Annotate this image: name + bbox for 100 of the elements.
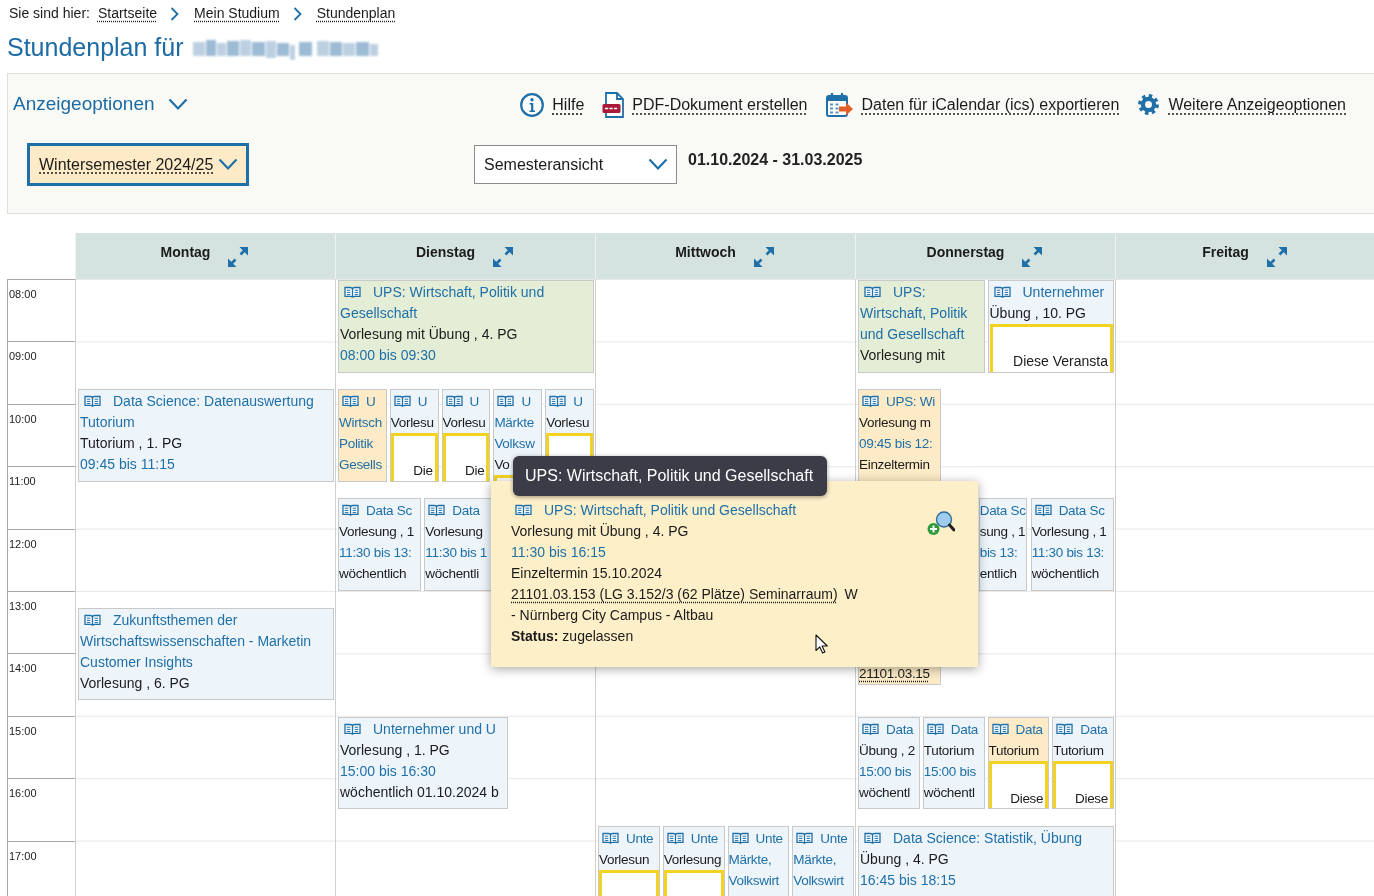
event-title: Data Sc (979, 503, 1026, 519)
event-card[interactable]: Unte Vorlesung (662, 826, 725, 896)
event-title: U (366, 393, 376, 412)
expand-icon[interactable] (491, 245, 516, 269)
breadcrumb-link[interactable]: Stundenplan (316, 3, 396, 24)
event-detail: Vorlesu (390, 415, 434, 431)
event-title: Volksw (494, 436, 535, 452)
event-title: Unternehmer und U (373, 719, 496, 739)
time-label: 09:00 (7, 341, 75, 404)
event-detail: Vorlesung m (859, 415, 931, 431)
event-title: und Gesellschaft (860, 326, 965, 342)
calendar-export-icon (825, 91, 854, 118)
notice-banner: Diese (1053, 760, 1113, 809)
book-icon (445, 395, 463, 409)
event-detail: Übung , 10. PG (989, 305, 1086, 321)
day-name: Montag (160, 243, 211, 262)
book-icon (84, 613, 101, 627)
view-select[interactable]: Semesteransicht (474, 145, 677, 184)
event-title: Data (886, 720, 914, 739)
event-detail: wöchentlich (339, 566, 407, 582)
event-card[interactable]: U Wirtsch Politik Gesells (338, 389, 387, 482)
event-card[interactable]: Data Science: Datenauswertung Tutorium Tutorium , 1. PG 09:45 bis 11:15 (78, 389, 334, 482)
chevron-down-icon (648, 158, 668, 171)
event-card[interactable]: Unte Märkte, Volkswirt (792, 826, 854, 896)
event-card[interactable]: Data Tutorium 15:00 bis wöchentl (922, 716, 985, 810)
event-card[interactable]: U Vorlesu Die (389, 389, 439, 482)
book-icon (862, 722, 879, 736)
notice-banner: Diese (988, 760, 1049, 809)
event-card[interactable]: UPS: Wirtschaft, Politik und Gesellschaft Vorlesung mit Übung , 4. PG 08:00 bis 09:30 (338, 280, 594, 373)
cursor-icon (815, 634, 828, 654)
event-detail: Einzeltermin (859, 457, 930, 473)
event-card[interactable]: Data Tutorium Diese (1052, 716, 1114, 810)
event-title: Data (1080, 720, 1108, 739)
action-link[interactable]: PDF-Dokument erstellen (602, 91, 808, 118)
event-detail: Status: zugelassen (511, 628, 634, 644)
room-link[interactable]: 21101.03.15 (859, 665, 930, 681)
time-label: 16:00 (7, 778, 75, 841)
event-detail: Vorlesung mit (860, 347, 945, 363)
options-toggle[interactable]: Anzeigeoptionen (13, 90, 188, 119)
action-link[interactable]: Daten für iCalendar (ics) exportieren (825, 91, 1120, 118)
book-icon (602, 832, 619, 845)
action-link[interactable]: Weitere Anzeigeoptionen (1137, 92, 1346, 117)
event-detail: Vorlesung , 1 (1031, 524, 1107, 540)
notice-banner (663, 870, 724, 896)
notice-banner: Die (390, 433, 438, 481)
expand-icon[interactable] (751, 245, 776, 269)
event-detail: Tutorium , 1. PG (80, 435, 183, 452)
semester-select[interactable]: Wintersemester 2024/25 (27, 143, 249, 186)
event-time: 15:00 bis 16:30 (340, 762, 436, 779)
room-link[interactable]: 21101.03.153 (LG 3.152/3 (62 Plätze) Seminarraum) (511, 586, 838, 602)
event-title: Unte (820, 830, 848, 848)
event-card[interactable]: Data Übung , 2 15:00 bis wöchentl (858, 716, 920, 810)
event-card[interactable]: Unternehmer Übung , 10. PG Diese Veransta (987, 280, 1114, 373)
event-card[interactable]: Data Sc Vorlesung , 1 11:30 bis 13: wöchentlich (1030, 498, 1114, 591)
zoom-in-icon[interactable] (927, 510, 955, 536)
event-detail: entlich (979, 566, 1017, 582)
event-card[interactable]: Data Sc Vorlesung , 1 11:30 bis 13: wöchentlich (338, 498, 422, 591)
chevron-down-icon (218, 158, 238, 171)
event-title: Customer Insights (80, 653, 193, 670)
day-name: Donnerstag (926, 243, 1005, 262)
breadcrumb-link[interactable]: Mein Studium (194, 3, 280, 24)
event-card[interactable]: Zukunftsthemen der Wirtschaftswissenschaften - Marketin Customer Insights Vorlesung , 6. PG (78, 607, 334, 701)
event-card[interactable]: Unternehmer und U Vorlesung , 1. PG 15:00 bis 16:30 wöchentlich 01.10.2024 b (338, 716, 508, 810)
info-icon (520, 92, 545, 117)
event-detail: Übung , 4. PG (860, 851, 949, 867)
event-title: Märkte (494, 415, 534, 431)
event-card[interactable]: U Vorlesu Die (441, 389, 491, 482)
book-icon (731, 832, 749, 845)
expand-icon[interactable] (1020, 245, 1045, 269)
book-icon (344, 722, 361, 736)
event-card[interactable]: Data Science: Statistik, Übung Übung , 4. PG 16:45 bis 18:15 (858, 826, 1114, 896)
event-time: 15:00 bis (923, 763, 976, 779)
expand-icon[interactable] (1264, 245, 1289, 269)
event-title: Wirtschaftswissenschaften - Marketin (80, 632, 312, 649)
event-card[interactable]: Unte Märkte, Volkswirt (727, 826, 790, 896)
event-detail: Vorlesung , 6. PG (80, 674, 190, 691)
event-title: Tutorium (80, 414, 135, 431)
expand-icon[interactable] (226, 245, 251, 269)
event-title: Data (1015, 720, 1043, 739)
event-time: 09:45 bis 12: (859, 436, 933, 452)
event-title: Wirtschaft, Politik (860, 305, 968, 321)
book-icon (1056, 722, 1074, 736)
breadcrumb-link[interactable]: Startseite (97, 3, 158, 24)
event-title: U (573, 393, 583, 412)
event-time: 11:30 bis 13: (1031, 545, 1105, 561)
event-card[interactable]: Data Sc sung , 1 bis 13: entlich (978, 498, 1028, 591)
event-detail: wöchentl (859, 784, 910, 800)
time-label: 15:00 (7, 715, 75, 779)
action-link[interactable]: Hilfe (520, 92, 585, 117)
book-icon (993, 286, 1011, 299)
event-title: UPS: Wirtschaft, Politik und Gesellschaft (544, 501, 797, 520)
event-title: Gesells (339, 457, 382, 473)
event-detail: Vorlesung , 1 (339, 524, 414, 540)
book-icon (342, 395, 359, 409)
chevron-right-icon (292, 6, 302, 21)
event-title: Volkswirt (728, 873, 780, 888)
event-card[interactable]: Unte Vorlesun (598, 826, 660, 896)
event-card[interactable]: Data Tutorium Diese (987, 716, 1050, 810)
event-detail: Vorlesu (546, 415, 590, 431)
event-card[interactable]: UPS: Wirtschaft, Politik und Gesellschaft Vorlesung mit (858, 280, 985, 373)
